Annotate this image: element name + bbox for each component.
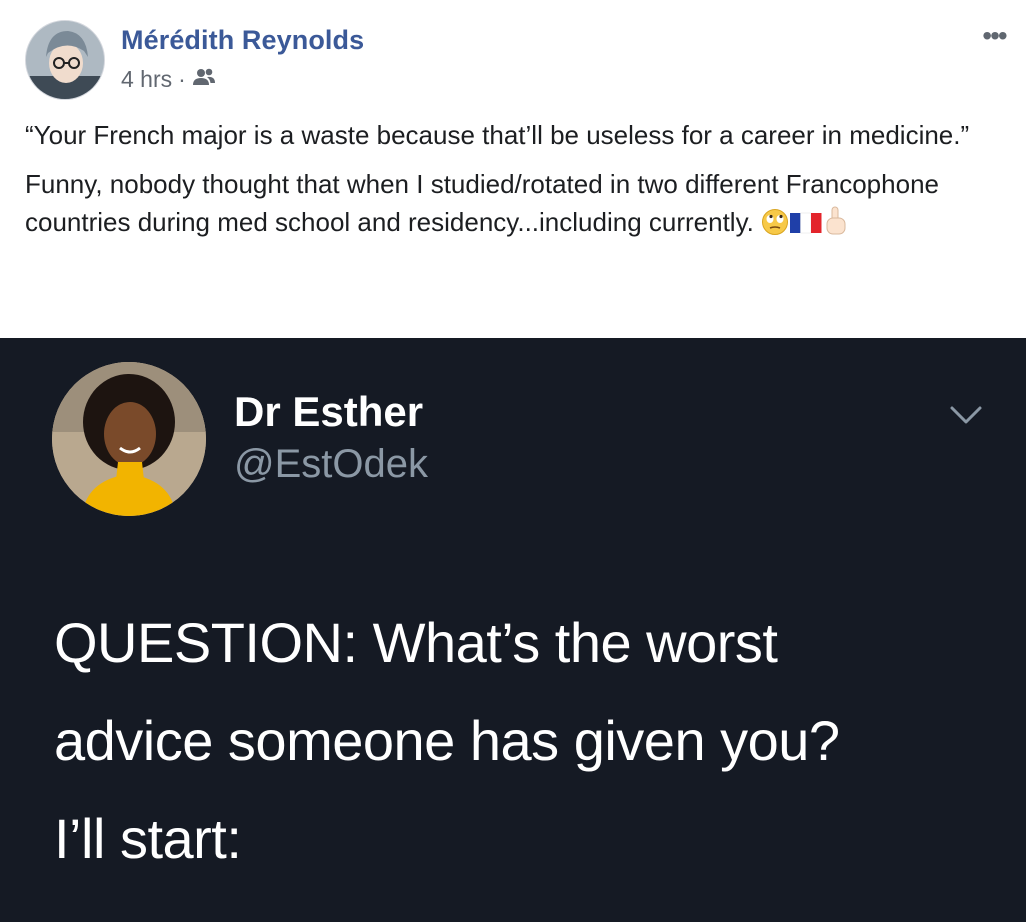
pointing-up-emoji bbox=[823, 206, 849, 246]
post-meta: 4 hrs · bbox=[121, 65, 216, 93]
tweet-author-handle: @EstOdek bbox=[234, 442, 429, 486]
friends-icon[interactable] bbox=[192, 66, 216, 93]
tweet-line: QUESTION: What’s the worst bbox=[54, 611, 778, 674]
facebook-post: Mérédith Reynolds 4 hrs · ••• “Your Fren… bbox=[0, 0, 1026, 922]
chevron-down-icon bbox=[946, 400, 986, 430]
post-paragraph: Funny, nobody thought that when I studie… bbox=[25, 165, 985, 246]
tweet-image[interactable]: Dr Esther @EstOdek QUESTION: What’s the … bbox=[0, 338, 1026, 922]
post-time[interactable]: 4 hrs bbox=[121, 66, 172, 93]
france-flag-emoji bbox=[789, 208, 823, 246]
tweet-line: I’ll start: bbox=[54, 807, 242, 870]
tweet-line: advice someone has given you? bbox=[54, 709, 840, 772]
author-avatar[interactable] bbox=[25, 20, 105, 100]
more-options-icon[interactable]: ••• bbox=[976, 20, 1012, 51]
post-paragraph: “Your French major is a waste because th… bbox=[25, 120, 970, 150]
tweet-text: QUESTION: What’s the worst advice someon… bbox=[54, 594, 994, 888]
author-name[interactable]: Mérédith Reynolds bbox=[121, 25, 364, 56]
meta-separator: · bbox=[178, 65, 186, 92]
tweet-author-name: Dr Esther bbox=[234, 388, 424, 435]
post-text: “Your French major is a waste because th… bbox=[25, 116, 985, 257]
eye-roll-emoji bbox=[761, 208, 789, 246]
tweet-avatar bbox=[52, 362, 206, 516]
